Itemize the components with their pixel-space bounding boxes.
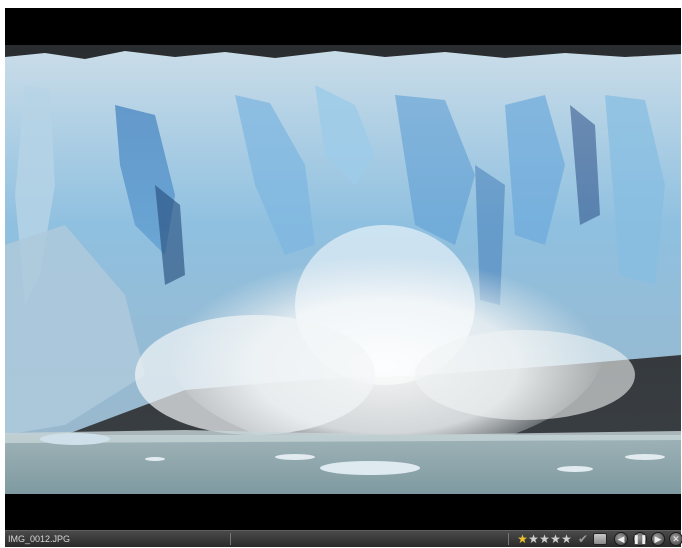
pause-icon[interactable]: ❚❚ <box>632 532 648 546</box>
separator <box>230 533 231 545</box>
checkmark-icon[interactable]: ✔ <box>576 532 590 546</box>
rating-stars[interactable]: ★ ★ ★ ★ ★ <box>517 531 572 547</box>
print-icon[interactable] <box>593 533 607 545</box>
star-icon[interactable]: ★ <box>539 532 550 546</box>
star-icon[interactable]: ★ <box>517 532 528 546</box>
close-icon[interactable]: ✕ <box>669 532 682 546</box>
star-icon[interactable]: ★ <box>528 532 539 546</box>
status-bar: IMG_0012.JPG ★ ★ ★ ★ ★ ✔ ◀ ❚❚ ▶ ✕ <box>5 530 682 547</box>
photo-glacier-calving[interactable] <box>5 45 681 494</box>
star-icon[interactable]: ★ <box>550 532 561 546</box>
filename-label: IMG_0012.JPG <box>8 534 71 544</box>
next-icon[interactable]: ▶ <box>651 532 665 546</box>
separator <box>508 533 509 545</box>
star-icon[interactable]: ★ <box>561 532 572 546</box>
previous-icon[interactable]: ◀ <box>614 532 628 546</box>
image-viewer <box>5 8 681 530</box>
